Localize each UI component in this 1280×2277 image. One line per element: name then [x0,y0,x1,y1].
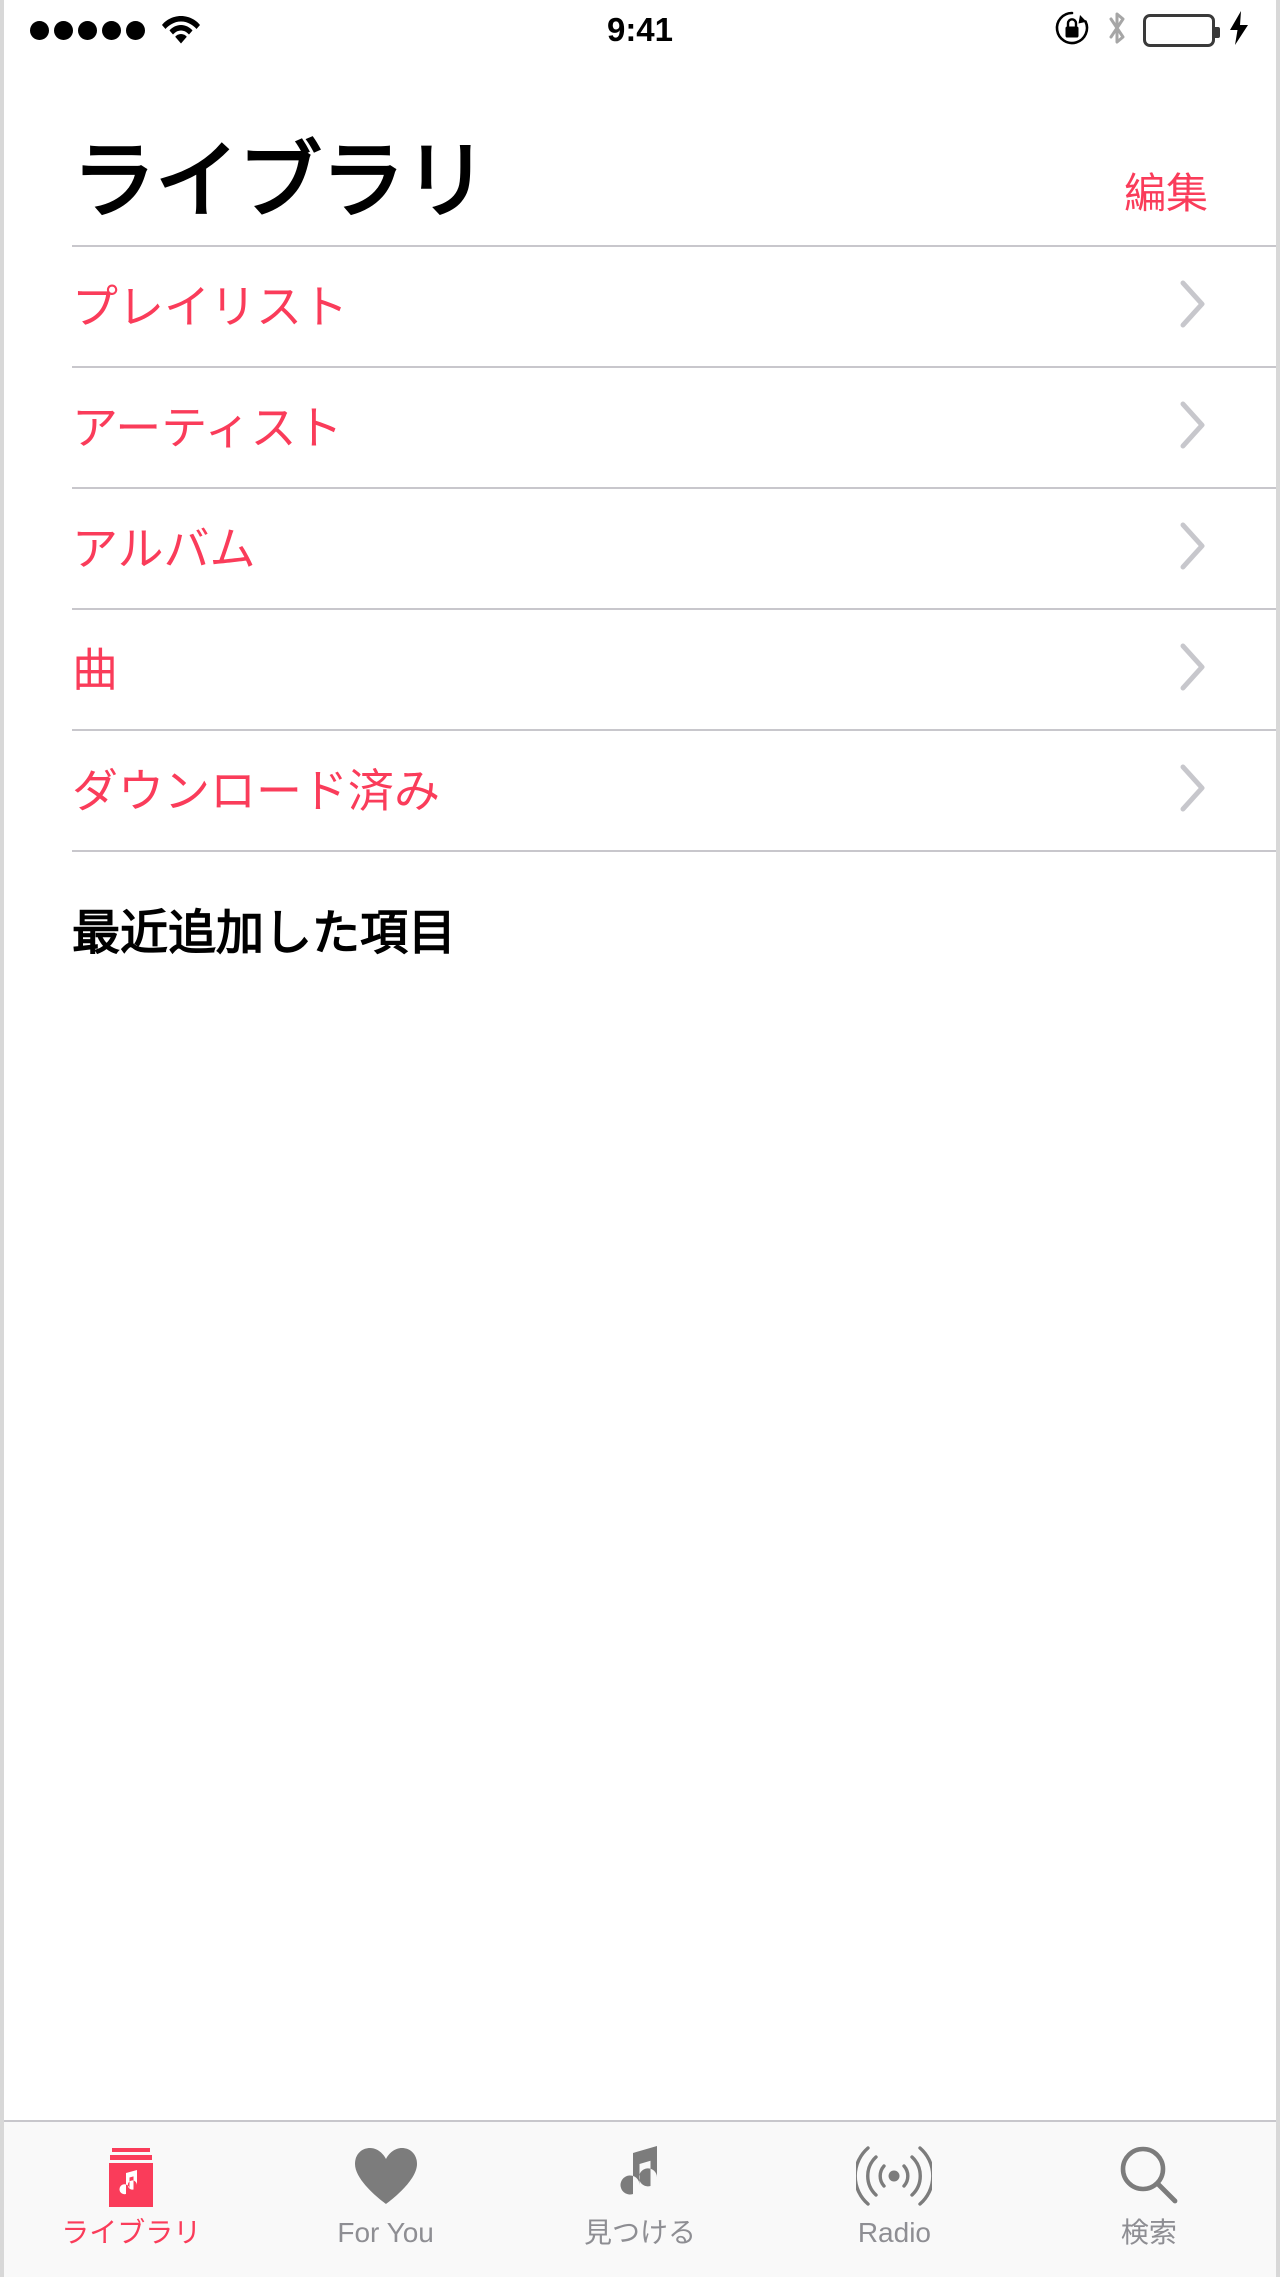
phone-screen: 9:41 ライブラリ 編集 プレイリスト アーティスト アルバム 曲 ダウンロー… [0,0,1280,2277]
list-item-artists[interactable]: アーティスト [72,368,1276,489]
list-item-albums[interactable]: アルバム [72,489,1276,610]
section-title: 最近追加した項目 [72,907,457,960]
battery-icon [1143,13,1220,47]
status-bar-right [1053,8,1250,53]
empty-content-area [4,958,1276,2120]
lightning-bolt-icon [1228,10,1250,51]
tab-library[interactable]: ライブラリ [4,2122,258,2277]
tab-label: 見つける [584,2217,697,2248]
chevron-right-icon [1178,520,1208,577]
chevron-right-icon [1178,641,1208,698]
music-note-icon [611,2140,669,2212]
status-bar: 9:41 [4,0,1276,60]
tab-label: For You [337,2217,434,2248]
search-magnifier-icon [1116,2140,1182,2212]
status-bar-left [30,12,201,49]
library-list: プレイリスト アーティスト アルバム 曲 ダウンロード済み [72,245,1276,852]
bluetooth-icon [1104,8,1130,53]
list-item-downloaded[interactable]: ダウンロード済み [72,731,1276,852]
list-item-playlists[interactable]: プレイリスト [72,247,1276,368]
heart-icon [351,2140,421,2212]
edit-button[interactable]: 編集 [1124,173,1208,223]
tab-browse[interactable]: 見つける [513,2122,767,2277]
tab-for-you[interactable]: For You [258,2122,512,2277]
nav-header: ライブラリ 編集 [4,60,1276,245]
wifi-icon [161,12,201,49]
tab-label: ライブラリ [61,2217,202,2248]
chevron-right-icon [1178,399,1208,456]
list-item-songs[interactable]: 曲 [72,610,1276,731]
list-item-label: アルバム [72,522,256,575]
page-title: ライブラリ [72,134,488,228]
recently-added-section-header: 最近追加した項目 [4,852,1276,958]
list-item-label: ダウンロード済み [72,764,440,817]
tab-bar: ライブラリ For You 見つける Radio 検索 [4,2120,1276,2277]
tab-label: 検索 [1120,2217,1177,2248]
list-item-label: アーティスト [72,401,343,454]
list-item-label: プレイリスト [72,280,348,333]
tab-search[interactable]: 検索 [1022,2122,1276,2277]
cellular-signal-dots-icon [30,20,145,40]
radio-broadcast-icon [856,2140,933,2212]
chevron-right-icon [1178,762,1208,819]
chevron-right-icon [1178,278,1208,335]
tab-radio[interactable]: Radio [767,2122,1021,2277]
list-item-label: 曲 [72,643,118,696]
rotation-lock-icon [1053,9,1091,52]
library-book-music-icon [99,2140,163,2212]
tab-label: Radio [857,2217,931,2248]
